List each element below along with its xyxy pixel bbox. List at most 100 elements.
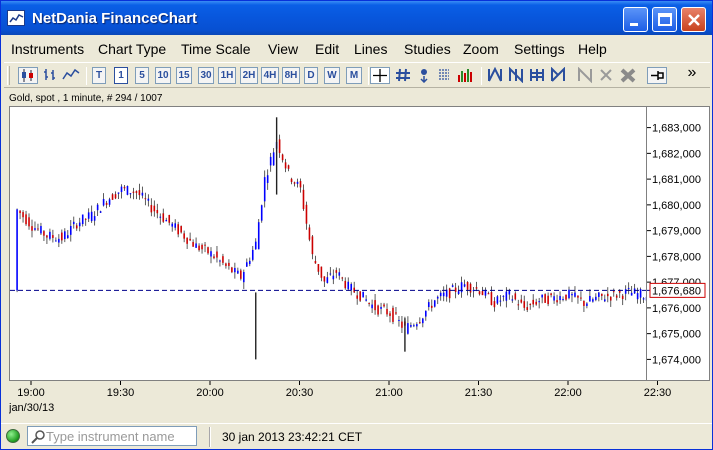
candle-body xyxy=(541,294,543,298)
menu-instruments[interactable]: Instruments xyxy=(11,41,84,57)
menu-view[interactable]: View xyxy=(268,41,298,57)
menu-time-scale[interactable]: Time Scale xyxy=(181,41,251,57)
candle-body xyxy=(595,296,597,300)
delete-all-icon xyxy=(620,68,636,83)
toolbar-grip[interactable] xyxy=(7,66,10,85)
candle-body xyxy=(114,194,117,199)
candlestick-chart-button[interactable] xyxy=(18,67,38,84)
gann-line-button[interactable] xyxy=(549,67,567,84)
timeframe-2h-button[interactable]: 2H xyxy=(240,67,258,84)
candle-body xyxy=(457,291,460,295)
chart-plot-area[interactable] xyxy=(9,106,713,381)
candle-body xyxy=(502,295,505,297)
price-chart[interactable] xyxy=(10,107,713,380)
delete-all-lines-button[interactable] xyxy=(619,67,637,84)
candle-body xyxy=(338,272,341,276)
candle-body xyxy=(198,245,200,251)
timeframe-t-button[interactable]: T xyxy=(92,67,106,84)
delete-line-button[interactable] xyxy=(598,67,614,84)
timeframe-10-button[interactable]: 10 xyxy=(155,67,171,84)
timeframe-w-button[interactable]: W xyxy=(324,67,340,84)
info-button[interactable] xyxy=(416,67,432,84)
instrument-search[interactable] xyxy=(27,426,197,446)
candle-body xyxy=(532,299,534,305)
candle-body xyxy=(64,231,66,240)
time-axis[interactable]: 19:00 19:30 20:00 20:30 21:00 21:30 22:00 22:30… xyxy=(8,381,710,417)
volume-button[interactable] xyxy=(456,67,476,84)
minimize-button[interactable] xyxy=(623,7,648,32)
app-chart-icon[interactable] xyxy=(7,10,25,26)
candle-body xyxy=(186,237,188,244)
candle-body xyxy=(490,292,493,305)
timeframe-m-button[interactable]: M xyxy=(346,67,362,84)
menu-edit[interactable]: Edit xyxy=(315,41,339,57)
candle-body xyxy=(451,285,454,287)
timeframe-4h-button[interactable]: 4H xyxy=(261,67,279,84)
candle-body xyxy=(231,267,233,273)
timeframe-1-button[interactable]: 1 xyxy=(114,67,128,84)
candle-body xyxy=(46,235,48,238)
candle-body xyxy=(633,288,636,294)
candle-body xyxy=(436,296,439,299)
bar-chart-button[interactable] xyxy=(42,67,60,84)
fibonacci-icon xyxy=(530,69,544,81)
pin-button[interactable] xyxy=(647,67,667,84)
title-bar[interactable]: NetDania FinanceChart xyxy=(1,1,712,35)
candle-body xyxy=(577,295,579,298)
candle-body xyxy=(28,217,30,227)
crosshair-button[interactable] xyxy=(370,67,390,84)
channel-line-button[interactable] xyxy=(507,67,525,84)
gann-line-icon xyxy=(551,67,565,82)
toolbar-separator xyxy=(86,67,87,85)
maximize-button[interactable] xyxy=(652,7,677,32)
instrument-search-input[interactable] xyxy=(46,428,194,444)
candle-body xyxy=(317,264,320,272)
candle-body xyxy=(419,322,421,324)
trend-line-button[interactable] xyxy=(486,67,504,84)
candle-body xyxy=(162,213,165,222)
menu-lines[interactable]: Lines xyxy=(354,41,387,57)
candle-body xyxy=(153,205,156,212)
menu-chart-type[interactable]: Chart Type xyxy=(98,41,166,57)
menu-zoom[interactable]: Zoom xyxy=(463,41,499,57)
candle-body xyxy=(377,305,379,315)
candle-body xyxy=(49,231,51,239)
candle-body xyxy=(553,296,555,301)
edit-lines-button[interactable] xyxy=(576,67,594,84)
close-button[interactable] xyxy=(681,7,706,32)
candle-body xyxy=(81,214,84,225)
timeframe-5-button[interactable]: 5 xyxy=(135,67,149,84)
timeframe-15-button[interactable]: 15 xyxy=(176,67,192,84)
candle-body xyxy=(240,270,242,279)
timeframe-d-button[interactable]: D xyxy=(304,67,318,84)
timeframe-1h-button[interactable]: 1H xyxy=(218,67,236,84)
candle-body xyxy=(580,297,582,299)
data-window-button[interactable] xyxy=(436,67,452,84)
menu-help[interactable]: Help xyxy=(578,41,607,57)
candle-body xyxy=(299,181,302,188)
candle-body xyxy=(410,325,412,327)
candle-body xyxy=(150,205,153,213)
y-tick-label: 1,682,000 xyxy=(652,148,701,160)
timeframe-30-button[interactable]: 30 xyxy=(198,67,214,84)
toolbar-overflow-button[interactable]: » xyxy=(682,65,702,82)
candle-body xyxy=(359,291,361,301)
candle-body xyxy=(604,299,606,302)
menu-settings[interactable]: Settings xyxy=(514,41,565,57)
price-axis[interactable]: 1,674,0001,675,0001,676,0001,677,0001,67… xyxy=(647,106,710,381)
line-chart-button[interactable] xyxy=(62,67,80,84)
search-icon xyxy=(31,430,45,444)
candle-body xyxy=(58,238,60,243)
candle-body xyxy=(40,226,42,234)
x-tick-label: 21:00 xyxy=(375,387,403,399)
candle-body xyxy=(374,300,376,311)
fibonacci-button[interactable] xyxy=(528,67,546,84)
candle-body xyxy=(302,189,305,210)
candle-body xyxy=(138,190,141,196)
x-tick-label: 20:00 xyxy=(196,387,224,399)
menu-studies[interactable]: Studies xyxy=(404,41,451,57)
candle-body xyxy=(278,139,281,153)
grid-button[interactable] xyxy=(394,67,412,84)
timeframe-8h-button[interactable]: 8H xyxy=(282,67,300,84)
channel-line-icon xyxy=(509,67,523,83)
